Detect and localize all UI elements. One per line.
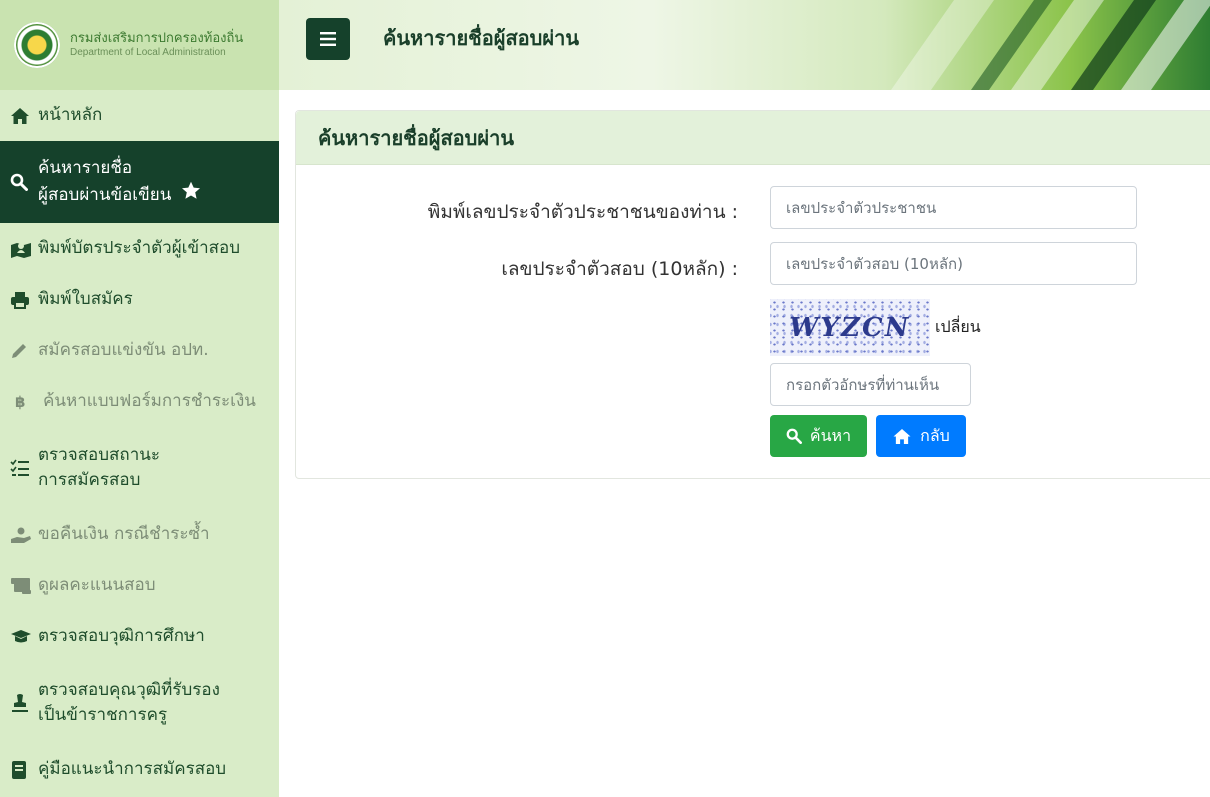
sidebar-nav: หน้าหลัก ค้นหารายชื่อ ผู้สอบผ่านข้อเขียน… <box>0 90 279 795</box>
checklist-icon <box>10 459 32 477</box>
search-card: ค้นหารายชื่อผู้สอบผ่าน พิมพ์เลขประจำตัวป… <box>295 110 1210 479</box>
sidebar-item-print-application[interactable]: พิมพ์ใบสมัคร <box>0 274 279 325</box>
sidebar-item-scores[interactable]: ดูผลคะแนนสอบ <box>0 560 279 611</box>
search-icon <box>10 173 32 191</box>
brand-name-th: กรมส่งเสริมการปกครองท้องถิ่น <box>70 31 244 47</box>
card-title: ค้นหารายชื่อผู้สอบผ่าน <box>296 111 1210 165</box>
sidebar-item-label: ดูผลคะแนนสอบ <box>38 575 156 596</box>
top-header: ค้นหารายชื่อผู้สอบผ่าน <box>279 0 1210 90</box>
sidebar-item-label: คู่มือแนะนำการสมัครสอบ <box>38 759 227 780</box>
department-logo <box>14 22 60 68</box>
sidebar-item-check-status[interactable]: ตรวจสอบสถานะ การสมัครสอบ <box>0 427 279 509</box>
search-button-label: ค้นหา <box>809 425 852 445</box>
home-icon <box>893 428 911 444</box>
back-button-label: กลับ <box>920 425 950 445</box>
captcha-image: WYZCN <box>770 299 930 356</box>
sidebar: กรมส่งเสริมการปกครองท้องถิ่น Department … <box>0 0 279 797</box>
stamp-icon <box>10 693 32 713</box>
book-icon <box>10 760 32 780</box>
sidebar-item-check-teacher-qualification[interactable]: ตรวจสอบคุณวุฒิที่รับรอง เป็นข้าราชการครู <box>0 662 279 744</box>
sidebar-item-label: หน้าหลัก <box>38 105 103 126</box>
brand-name-en: Department of Local Administration <box>70 46 226 58</box>
sidebar-item-label: ค้นหาแบบฟอร์มการชำระเงิน <box>43 391 256 412</box>
sidebar-item-home[interactable]: หน้าหลัก <box>0 90 279 141</box>
sidebar-item-label: ตรวจสอบสถานะ <box>38 445 161 466</box>
exam-id-input[interactable] <box>770 242 1137 285</box>
hamburger-icon <box>320 32 336 46</box>
captcha-input[interactable] <box>770 363 971 406</box>
sidebar-item-label: เป็นข้าราชการครู <box>38 705 168 725</box>
hand-money-icon <box>10 526 32 544</box>
sidebar-item-refund[interactable]: ขอคืนเงิน กรณีชำระซ้ำ <box>0 509 279 560</box>
sidebar-item-label: พิมพ์ใบสมัคร <box>38 289 133 310</box>
sidebar-item-label: พิมพ์บัตรประจำตัวผู้เข้าสอบ <box>38 238 241 259</box>
sidebar-item-manual[interactable]: คู่มือแนะนำการสมัครสอบ <box>0 744 279 795</box>
captcha-change-link[interactable]: เปลี่ยน <box>935 315 981 340</box>
scroll-icon <box>10 577 32 595</box>
sidebar-item-search-passed[interactable]: ค้นหารายชื่อ ผู้สอบผ่านข้อเขียน <box>0 141 279 223</box>
sidebar-item-label: ค้นหารายชื่อ <box>38 158 133 179</box>
star-icon <box>181 181 201 205</box>
print-icon <box>10 291 32 309</box>
home-icon <box>10 107 32 125</box>
sidebar-item-check-education[interactable]: ตรวจสอบวุฒิการศึกษา <box>0 611 279 662</box>
captcha-text: WYZCN <box>786 312 914 343</box>
sidebar-item-apply-exam[interactable]: สมัครสอบแข่งขัน อปท. <box>0 325 279 376</box>
search-icon <box>786 428 802 444</box>
sidebar-item-label: ผู้สอบผ่านข้อเขียน <box>38 185 172 205</box>
menu-toggle-button[interactable] <box>306 18 350 60</box>
graduation-cap-icon <box>10 629 32 645</box>
page-title: ค้นหารายชื่อผู้สอบผ่าน <box>383 26 579 50</box>
sidebar-item-label: ตรวจสอบคุณวุฒิที่รับรอง <box>38 680 220 701</box>
search-button[interactable]: ค้นหา <box>770 415 867 457</box>
citizen-id-input[interactable] <box>770 186 1137 229</box>
sidebar-item-label: ตรวจสอบวุฒิการศึกษา <box>38 626 205 647</box>
back-button[interactable]: กลับ <box>876 415 966 457</box>
sidebar-item-label: ขอคืนเงิน กรณีชำระซ้ำ <box>38 524 210 545</box>
sidebar-item-label: สมัครสอบแข่งขัน อปท. <box>38 340 209 361</box>
sidebar-item-print-card[interactable]: พิมพ์บัตรประจำตัวผู้เข้าสอบ <box>0 223 279 274</box>
citizen-id-label: พิมพ์เลขประจำตัวประชาชนของท่าน : <box>427 201 738 223</box>
sidebar-item-label: การสมัครสอบ <box>38 470 141 490</box>
baht-icon: ฿ <box>15 392 26 411</box>
map-user-icon <box>10 240 32 258</box>
brand[interactable]: กรมส่งเสริมการปกครองท้องถิ่น Department … <box>0 0 279 90</box>
pencil-icon <box>10 342 32 360</box>
sidebar-item-payment-form[interactable]: ฿ ค้นหาแบบฟอร์มการชำระเงิน <box>0 376 279 427</box>
exam-id-label: เลขประจำตัวสอบ (10หลัก) : <box>501 258 738 280</box>
